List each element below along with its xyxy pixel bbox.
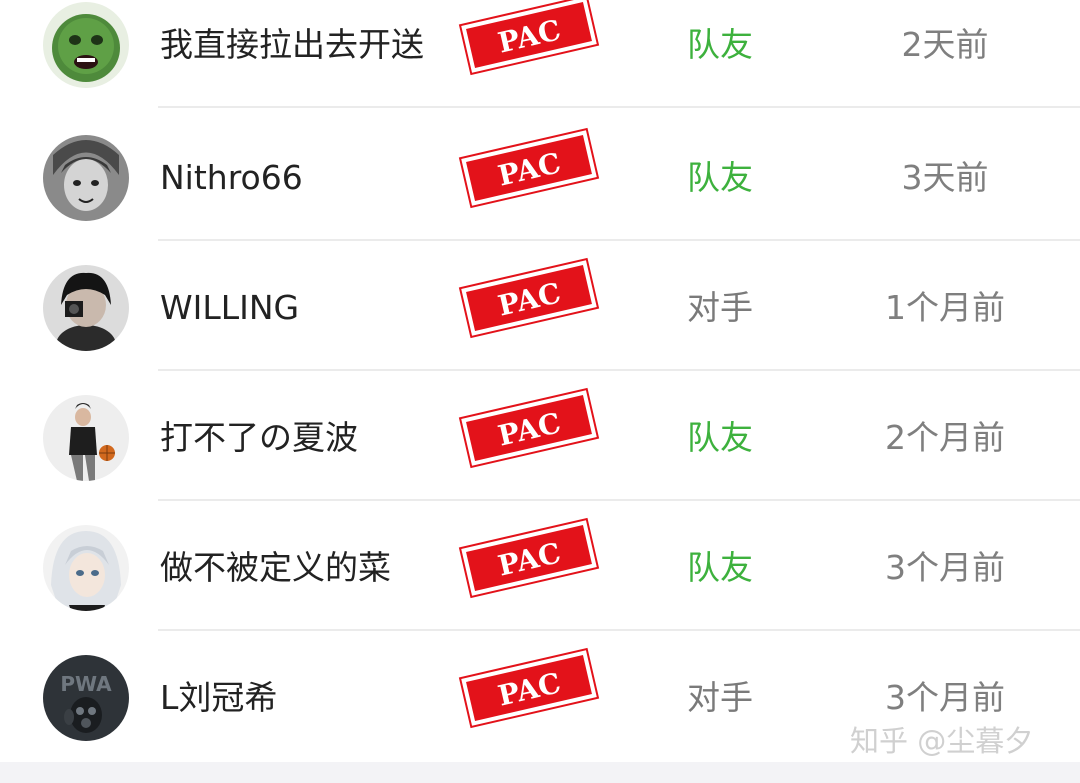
relation-label: 队友 bbox=[687, 548, 753, 587]
relation-label: 对手 bbox=[687, 678, 753, 717]
relation-label: 队友 bbox=[687, 25, 753, 64]
time-label: 2个月前 bbox=[885, 418, 1005, 457]
player-name: Nithro66 bbox=[160, 158, 303, 197]
green-face-icon bbox=[43, 2, 129, 88]
time-label: 3个月前 bbox=[885, 678, 1005, 717]
time-label: 3个月前 bbox=[885, 548, 1005, 587]
svg-text:PWA: PWA bbox=[60, 672, 112, 696]
dark-hair-icon bbox=[43, 265, 129, 351]
relation-label: 队友 bbox=[687, 158, 753, 197]
relation-label: 队友 bbox=[687, 418, 753, 457]
row-divider bbox=[158, 239, 1080, 241]
player-name: WILLING bbox=[160, 288, 300, 327]
pac-stamp: PAC bbox=[458, 257, 600, 339]
time-label: 1个月前 bbox=[885, 288, 1005, 327]
list-item[interactable]: WILLING PAC 对手 1个月前 bbox=[0, 243, 1080, 371]
list-item[interactable]: 打不了の夏波 PAC 队友 2个月前 bbox=[0, 373, 1080, 501]
time-label: 2天前 bbox=[901, 25, 989, 64]
list-item[interactable]: Nithro66 PAC 队友 3天前 bbox=[0, 113, 1080, 241]
pac-stamp: PAC bbox=[458, 0, 600, 76]
watermark: 知乎 @尘暮夕 bbox=[850, 724, 1034, 758]
pwa-gasmask-icon: PWA bbox=[43, 655, 129, 741]
time-label: 3天前 bbox=[901, 158, 989, 197]
pac-stamp: PAC bbox=[458, 387, 600, 469]
row-divider bbox=[158, 106, 1080, 108]
player-name: 做不被定义的菜 bbox=[160, 548, 391, 587]
player-name: 我直接拉出去开送 bbox=[160, 25, 424, 64]
avatar[interactable] bbox=[43, 395, 129, 481]
player-history-list: 我直接拉出去开送 PAC 队友 2天前 Nithro66 PAC 队友 3天前 … bbox=[0, 0, 1080, 762]
list-item[interactable]: 做不被定义的菜 PAC 队友 3个月前 bbox=[0, 503, 1080, 631]
relation-label: 对手 bbox=[687, 288, 753, 327]
pac-stamp: PAC bbox=[458, 647, 600, 729]
avatar[interactable] bbox=[43, 265, 129, 351]
white-hair-anime-icon bbox=[43, 525, 129, 611]
row-divider bbox=[158, 499, 1080, 501]
player-name: 打不了の夏波 bbox=[160, 418, 358, 457]
gray-anime-icon bbox=[43, 135, 129, 221]
player-name: L刘冠希 bbox=[160, 678, 278, 717]
basketball-player-icon bbox=[43, 395, 129, 481]
row-divider bbox=[158, 629, 1080, 631]
bottom-strip bbox=[0, 762, 1080, 783]
avatar[interactable] bbox=[43, 135, 129, 221]
avatar[interactable] bbox=[43, 525, 129, 611]
avatar[interactable] bbox=[43, 2, 129, 88]
pac-stamp: PAC bbox=[458, 517, 600, 599]
avatar[interactable]: PWA bbox=[43, 655, 129, 741]
pac-stamp: PAC bbox=[458, 127, 600, 209]
row-divider bbox=[158, 369, 1080, 371]
list-item[interactable]: 我直接拉出去开送 PAC 队友 2天前 bbox=[0, 0, 1080, 108]
